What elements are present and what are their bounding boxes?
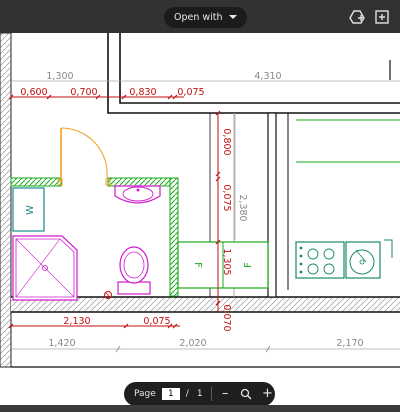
dim-red-vertical-2: 0,075 (221, 184, 232, 211)
dim-red-vertical-4: 0,070 (221, 304, 232, 331)
chevron-down-icon (228, 7, 237, 28)
page-label: Page (134, 389, 156, 399)
dim-bottom-2: 2,020 (179, 338, 206, 349)
dim-red-vertical-1: 0,800 (221, 128, 232, 155)
open-with-button[interactable]: Open with (164, 7, 247, 28)
open-with-label: Open with (174, 12, 223, 23)
page-total: 1 (196, 389, 203, 399)
washer: W (12, 187, 45, 232)
dim-top-2: 4,310 (254, 71, 281, 82)
new-window-icon[interactable] (373, 8, 391, 26)
shower (12, 235, 78, 301)
fridge-right-label: F (243, 262, 254, 268)
dim-top-1: 1,300 (46, 71, 73, 82)
dim-red-bottom-2: 0,075 (143, 316, 170, 327)
dim-bottom-3: 2,170 (336, 338, 363, 349)
dim-bottom-1: 1,420 (48, 338, 75, 349)
dim-red-top-4: 0,075 (177, 87, 204, 98)
zoom-icon-button[interactable] (239, 386, 254, 402)
dim-red-bottom-1: 2,130 (63, 316, 90, 327)
zoom-in-icon: + (261, 386, 273, 401)
dim-red-vertical-3: 1,305 (221, 248, 232, 275)
viewer-toolbar: Open with (0, 0, 400, 33)
drive-add-icon[interactable] (348, 8, 366, 26)
pager-divider (210, 387, 212, 401)
zoom-out-icon: – (221, 386, 229, 401)
fridge-left-label: F (192, 262, 203, 268)
zoom-out-button[interactable]: – (218, 386, 233, 402)
dim-red-top-1: 0,600 (20, 87, 47, 98)
dim-vertical-gray: 2,380 (237, 194, 248, 221)
page-separator: / (185, 389, 189, 399)
page-number-input[interactable] (161, 388, 180, 400)
bottom-edge (0, 405, 400, 412)
floor-plan-drawing: W F F 1,300 4,310 1,420 2,020 2,170 2,38… (0, 33, 400, 405)
washer-label: W (25, 205, 36, 215)
dim-red-top-3: 0,830 (129, 87, 156, 98)
page-controls: Page / 1 – + (124, 382, 275, 406)
magnifier-icon (241, 388, 252, 400)
dim-red-top-2: 0,700 (70, 87, 97, 98)
zoom-in-button[interactable]: + (260, 386, 275, 402)
